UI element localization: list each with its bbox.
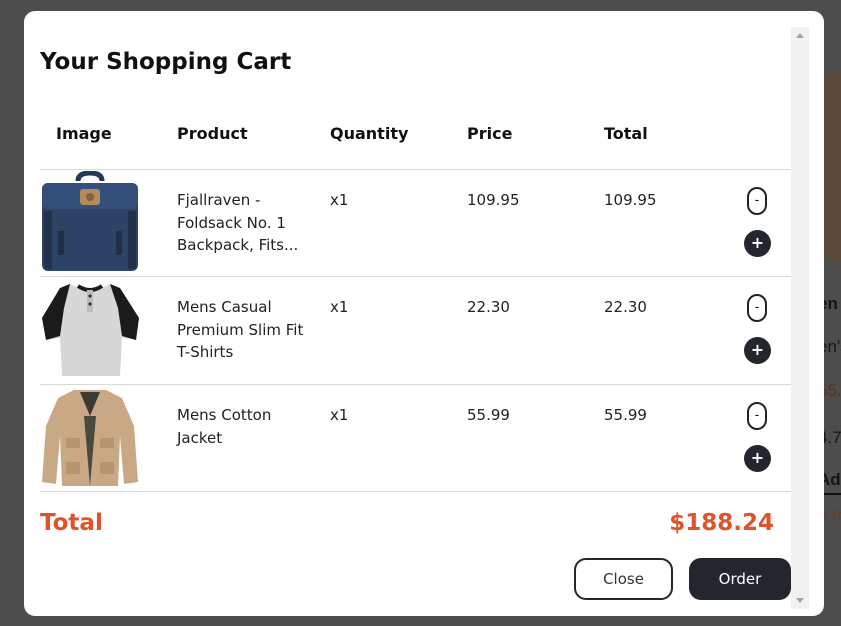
column-header-total: Total — [604, 124, 648, 143]
table-row: Fjallraven - Foldsack No. 1 Backpack, Fi… — [40, 169, 791, 276]
product-quantity: x1 — [330, 406, 349, 424]
column-header-quantity: Quantity — [330, 124, 409, 143]
product-price: 55.99 — [467, 406, 510, 424]
total-label: Total — [40, 510, 103, 536]
increase-quantity-button[interactable]: + — [744, 230, 771, 257]
product-quantity: x1 — [330, 191, 349, 209]
increase-quantity-button[interactable]: + — [744, 337, 771, 364]
cart-title: Your Shopping Cart — [40, 49, 292, 75]
order-button[interactable]: Order — [689, 558, 791, 600]
product-total: 55.99 — [604, 406, 647, 424]
cart-modal: Your Shopping Cart Image Product Quantit… — [24, 11, 824, 616]
product-price: 22.30 — [467, 298, 510, 316]
table-row: Mens Cotton Jacket x1 55.99 55.99 - + — [40, 384, 791, 491]
tshirt-image — [42, 284, 139, 376]
table-divider — [40, 491, 791, 492]
total-value: $188.24 — [669, 510, 774, 536]
product-price: 109.95 — [467, 191, 520, 209]
product-name: Fjallraven - Foldsack No. 1 Backpack, Fi… — [177, 191, 299, 254]
decrease-quantity-button[interactable]: - — [747, 402, 767, 430]
backpack-image — [42, 171, 138, 271]
close-button[interactable]: Close — [574, 558, 673, 600]
column-header-product: Product — [177, 124, 248, 143]
column-header-price: Price — [467, 124, 513, 143]
modal-scrollbar[interactable] — [791, 27, 809, 609]
decrease-quantity-button[interactable]: - — [747, 294, 767, 322]
table-row: Mens Casual Premium Slim Fit T-Shirts x1… — [40, 276, 791, 383]
product-name: Mens Cotton Jacket — [177, 406, 272, 447]
decrease-quantity-button[interactable]: - — [747, 187, 767, 215]
scroll-up-arrow-icon[interactable] — [796, 33, 804, 38]
product-name: Mens Casual Premium Slim Fit T-Shirts — [177, 298, 304, 361]
scroll-down-arrow-icon[interactable] — [796, 598, 804, 603]
column-header-image: Image — [56, 124, 112, 143]
product-total: 109.95 — [604, 191, 657, 209]
jacket-image — [42, 390, 138, 486]
product-total: 22.30 — [604, 298, 647, 316]
product-quantity: x1 — [330, 298, 349, 316]
increase-quantity-button[interactable]: + — [744, 445, 771, 472]
